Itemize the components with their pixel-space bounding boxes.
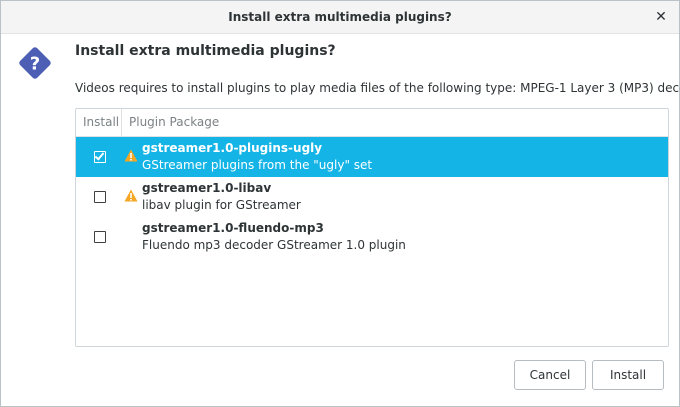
table-header: Install Plugin Package (76, 109, 668, 137)
svg-text:?: ? (30, 54, 40, 75)
install-button[interactable]: Install (592, 360, 664, 390)
package-description: GStreamer plugins from the "ugly" set (142, 158, 373, 172)
package-description: Fluendo mp3 decoder GStreamer 1.0 plugin (142, 238, 406, 252)
question-icon: ? (19, 47, 51, 79)
install-checkbox[interactable] (94, 231, 106, 243)
install-checkbox[interactable] (94, 191, 106, 203)
warning-icon (124, 189, 138, 202)
install-plugins-dialog: Install extra multimedia plugins? ✕ ? In… (0, 0, 680, 407)
column-header-plugin-package[interactable]: Plugin Package (122, 109, 219, 136)
close-button[interactable]: ✕ (651, 7, 671, 27)
plugin-table: Install Plugin Package gstreamer1.0-plug… (75, 108, 669, 347)
dialog-heading: Install extra multimedia plugins? (75, 43, 336, 59)
package-name: gstreamer1.0-fluendo-mp3 (142, 221, 324, 235)
package-description: libav plugin for GStreamer (142, 198, 301, 212)
package-name: gstreamer1.0-libav (142, 181, 272, 195)
checkmark-icon (94, 150, 105, 161)
table-row[interactable]: gstreamer1.0-libav libav plugin for GStr… (76, 177, 668, 217)
warning-icon (124, 149, 138, 162)
package-name: gstreamer1.0-plugins-ugly (142, 141, 323, 155)
cancel-button[interactable]: Cancel (514, 360, 586, 390)
close-icon: ✕ (655, 9, 667, 25)
column-header-install[interactable]: Install (76, 109, 122, 136)
dialog-description: Videos requires to install plugins to pl… (75, 81, 680, 95)
table-row[interactable]: gstreamer1.0-plugins-ugly GStreamer plug… (76, 137, 668, 177)
table-row[interactable]: gstreamer1.0-fluendo-mp3 Fluendo mp3 dec… (76, 217, 668, 257)
title-bar: Install extra multimedia plugins? ✕ (1, 1, 679, 34)
window-title: Install extra multimedia plugins? (228, 10, 452, 24)
install-checkbox[interactable] (94, 150, 106, 163)
